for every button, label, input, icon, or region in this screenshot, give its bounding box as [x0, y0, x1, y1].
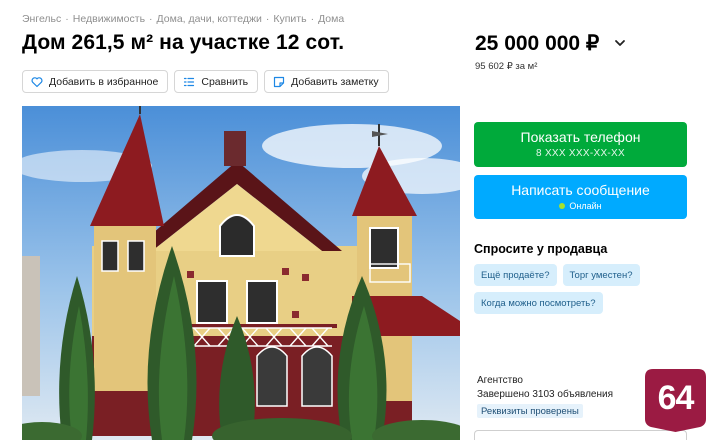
seller-completed-count: Завершено 3103 объявления — [477, 389, 614, 400]
logo-text: 64 — [657, 379, 695, 417]
add-note-button[interactable]: Добавить заметку — [264, 70, 389, 93]
listing-photo[interactable] — [22, 106, 460, 440]
show-phone-label: Показать телефон — [520, 129, 641, 145]
online-status: Онлайн — [474, 201, 687, 211]
compare-icon — [184, 77, 195, 86]
question-chip[interactable]: Когда можно посмотреть? — [474, 292, 603, 314]
price-per-sqm: 95 602 ₽ за м² — [475, 61, 538, 72]
chevron-down-icon[interactable] — [614, 37, 626, 49]
seller-type: Агентство — [477, 375, 523, 386]
ask-seller-title: Спросите у продавца — [474, 242, 608, 256]
compare-label: Сравнить — [201, 75, 249, 88]
phone-mask: 8 XXX XXX-XX-XX — [536, 148, 625, 159]
online-label: Онлайн — [569, 201, 602, 211]
question-chip[interactable]: Торг уместен? — [562, 264, 640, 286]
breadcrumb: Энгельс · Недвижимость · Дома, дачи, коттедж… — [22, 13, 345, 25]
breadcrumb-item[interactable]: Дома, дачи, коттеджи — [157, 13, 262, 25]
page-title: Дом 261,5 м² на участке 12 сот. — [22, 31, 345, 54]
verified-badge: Реквизиты проверены — [477, 404, 583, 418]
compare-button[interactable]: Сравнить — [174, 70, 259, 93]
breadcrumb-item[interactable]: Энгельс — [22, 13, 61, 25]
add-to-favorites-label: Добавить в избранное — [49, 75, 159, 88]
write-message-label: Написать сообщение — [511, 182, 650, 198]
question-chip[interactable]: Ещё продаёте? — [474, 264, 557, 286]
house-photo-illustration — [22, 106, 460, 440]
note-icon — [274, 76, 285, 87]
online-dot-icon — [559, 203, 566, 209]
add-to-favorites-button[interactable]: Добавить в избранное — [22, 70, 169, 93]
show-phone-button[interactable]: Показать телефон 8 XXX XXX-XX-XX — [474, 122, 687, 167]
site-logo: 64 — [645, 369, 706, 432]
add-note-label: Добавить заметку — [291, 75, 379, 88]
breadcrumb-item[interactable]: Купить — [273, 13, 306, 25]
heart-icon — [31, 76, 43, 87]
write-message-button[interactable]: Написать сообщение Онлайн — [474, 175, 687, 219]
listing-actions: Добавить в избранное Сравнить Добавить з… — [22, 70, 389, 93]
breadcrumb-item[interactable]: Дома — [318, 13, 344, 25]
price: 25 000 000 ₽ — [475, 32, 600, 55]
quick-questions: Ещё продаёте? Торг уместен? Когда можно … — [474, 264, 699, 314]
breadcrumb-item[interactable]: Недвижимость — [73, 13, 145, 25]
